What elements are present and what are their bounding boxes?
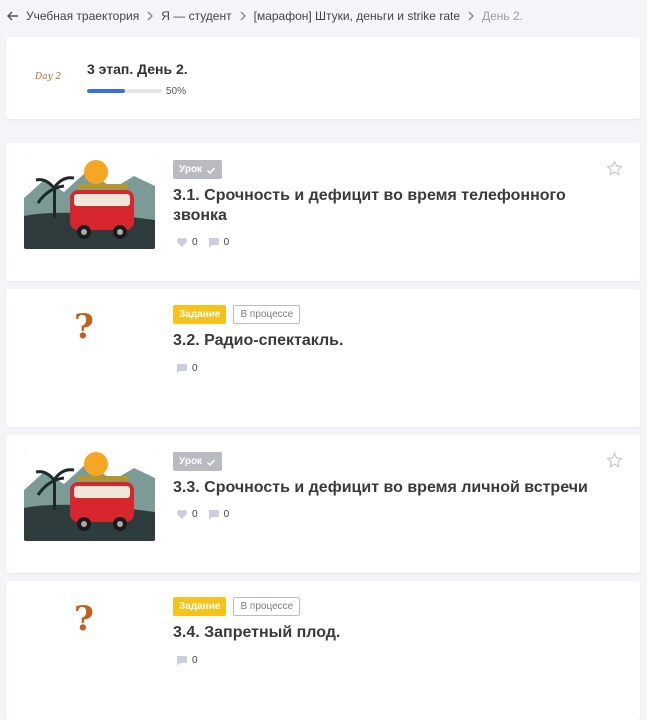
- comments-counter[interactable]: 0: [176, 655, 198, 666]
- card-tags: Задание В процессе: [173, 305, 301, 324]
- heart-icon: [176, 237, 188, 247]
- task-card[interactable]: ? Задание В процессе 3.4. Запретный плод…: [6, 581, 640, 720]
- star-icon[interactable]: [606, 452, 623, 469]
- likes-count: 0: [192, 509, 198, 520]
- likes-counter[interactable]: 0: [176, 509, 198, 520]
- progress-fill: [87, 89, 125, 93]
- comment-icon: [177, 656, 187, 666]
- check-icon: [207, 167, 216, 174]
- star-icon[interactable]: [606, 160, 623, 177]
- comment-icon: [208, 510, 219, 520]
- chevron-right-icon: [240, 11, 246, 21]
- lesson-title-link[interactable]: 3.1. Срочность и дефицит во время телефо…: [173, 186, 593, 226]
- lesson-card[interactable]: Урок 3.3. Срочность и дефицит во время л…: [6, 435, 640, 573]
- breadcrumb-item-student[interactable]: Я — студент: [161, 9, 231, 23]
- comment-icon: [208, 238, 219, 248]
- page-title: 3 этап. День 2.: [87, 61, 188, 77]
- progress-bar: [87, 89, 162, 93]
- comments-count: 0: [223, 237, 230, 248]
- lesson-tag-label: Урок: [179, 456, 203, 467]
- card-stats: 0 0: [176, 509, 239, 520]
- comments-count: 0: [192, 363, 198, 374]
- card-stats: 0 0: [176, 237, 239, 248]
- check-icon: [207, 459, 216, 466]
- comments-count: 0: [223, 509, 230, 520]
- lesson-thumbnail[interactable]: [24, 158, 155, 249]
- card-tags: Урок: [173, 452, 223, 471]
- stage-header-card: Day 2 3 этап. День 2. 50%: [6, 37, 640, 119]
- lesson-tag-label: Урок: [179, 164, 203, 175]
- chevron-right-icon: [468, 11, 474, 21]
- likes-count: 0: [192, 237, 198, 248]
- question-mark-icon: ?: [74, 307, 94, 347]
- task-tag: Задание: [173, 305, 227, 324]
- status-badge: В процессе: [233, 597, 301, 616]
- breadcrumb-item-current: День 2.: [482, 9, 524, 23]
- card-stats: 0: [176, 655, 208, 666]
- comments-counter[interactable]: 0: [208, 237, 230, 248]
- breadcrumb-item-trajectory[interactable]: Учебная траектория: [26, 9, 139, 23]
- chevron-right-icon: [147, 11, 154, 21]
- day-logo: Day 2: [35, 72, 62, 82]
- card-tags: Урок: [173, 160, 223, 179]
- lesson-thumbnail[interactable]: [24, 450, 155, 541]
- lesson-title-link[interactable]: 3.3. Срочность и дефицит во время личной…: [173, 478, 613, 498]
- comments-counter[interactable]: 0: [208, 509, 230, 520]
- bus-illustration-icon: [24, 450, 155, 541]
- heart-icon: [176, 509, 188, 519]
- arrow-left-icon[interactable]: [6, 9, 20, 23]
- task-card[interactable]: ? Задание В процессе 3.2. Радио-спектакл…: [6, 289, 640, 427]
- likes-counter[interactable]: 0: [176, 237, 198, 248]
- breadcrumb: Учебная траектория Я — студент [марафон]…: [6, 7, 523, 25]
- task-title-link[interactable]: 3.4. Запретный плод.: [173, 623, 593, 643]
- status-badge: В процессе: [233, 305, 301, 324]
- question-mark-icon: ?: [74, 599, 94, 639]
- progress-label: 50%: [166, 86, 187, 97]
- card-stats: 0: [176, 363, 208, 374]
- task-title-link[interactable]: 3.2. Радио-спектакль.: [173, 331, 593, 351]
- comments-count: 0: [192, 655, 198, 666]
- comment-icon: [177, 364, 187, 374]
- task-tag: Задание: [173, 597, 227, 616]
- lesson-tag: Урок: [173, 452, 223, 471]
- lesson-tag: Урок: [173, 160, 223, 179]
- card-tags: Задание В процессе: [173, 597, 301, 616]
- bus-illustration-icon: [24, 158, 155, 249]
- lesson-card[interactable]: Урок 3.1. Срочность и дефицит во время т…: [6, 143, 640, 281]
- breadcrumb-item-marathon[interactable]: [марафон] Штуки, деньги и strike rate: [254, 9, 460, 23]
- comments-counter[interactable]: 0: [176, 363, 198, 374]
